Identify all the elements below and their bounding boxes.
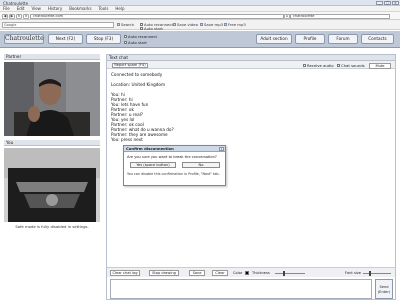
header-auto-start-checkbox[interactable]: [124, 41, 127, 44]
next-button[interactable]: Next (F2): [48, 34, 83, 44]
font-size-slider-track[interactable]: [363, 272, 391, 274]
header-auto-start-label: Auto start: [128, 40, 147, 45]
self-webcam-image: [4, 148, 100, 222]
addon-toolbar: Google Search Auto reconnect Auto start …: [0, 20, 400, 31]
menu-help[interactable]: Help: [115, 6, 124, 11]
clear-drawing-button[interactable]: Clear: [212, 270, 228, 276]
yes-button[interactable]: Yes (space button): [130, 162, 176, 168]
stop-icon[interactable]: ×: [23, 13, 29, 19]
minimize-button[interactable]: _: [376, 0, 383, 5]
no-button[interactable]: No: [182, 162, 220, 168]
chat-sounds-option[interactable]: Chat sounds: [337, 63, 365, 68]
chat-message-input[interactable]: [110, 279, 372, 299]
save-mp3-label: Save mp3: [204, 22, 224, 27]
clear-chat-log-button[interactable]: Clear chat log: [110, 270, 140, 276]
save-mp3-button[interactable]: Save mp3: [200, 22, 223, 27]
thickness-slider-handle[interactable]: [283, 270, 285, 276]
menu-tools[interactable]: Tools: [99, 6, 109, 11]
back-icon[interactable]: ◀: [2, 13, 8, 19]
adult-section-button[interactable]: Adult section: [256, 34, 292, 44]
you-panel-title: You: [4, 140, 100, 146]
close-window-button[interactable]: ×: [392, 0, 399, 5]
stop-drawing-button[interactable]: Stop drawing: [149, 270, 179, 276]
save-video-button[interactable]: Save video: [173, 22, 198, 27]
save-mp3-icon: [200, 23, 203, 26]
menu-history[interactable]: History: [48, 6, 62, 11]
auto-start-checkbox[interactable]: [140, 27, 143, 30]
color-swatch[interactable]: [245, 271, 249, 275]
chat-controls: Clear chat log Stop drawing Save Clear C…: [107, 267, 395, 277]
search-label: Search: [121, 22, 135, 27]
menu-bookmarks[interactable]: Bookmarks: [69, 6, 91, 11]
dialog-question: Are you sure you want to break the conve…: [127, 155, 217, 159]
save-video-icon: [173, 23, 176, 26]
save-video-label: Save video: [177, 22, 198, 27]
menu-view[interactable]: View: [31, 6, 41, 11]
receive-audio-option[interactable]: Receive audio: [303, 63, 334, 68]
thickness-slider-track[interactable]: [275, 272, 305, 274]
chat-top-bar: Report spam (F4) Receive audio Chat soun…: [107, 61, 395, 69]
search-button[interactable]: Search: [117, 22, 134, 27]
chat-sounds-checkbox[interactable]: [337, 64, 340, 67]
send-button[interactable]: Send (Enter): [375, 279, 393, 299]
free-mp3-button[interactable]: Free mp3: [224, 22, 246, 27]
menu-file[interactable]: File: [3, 6, 10, 11]
receive-audio-checkbox[interactable]: [303, 64, 306, 67]
forum-button[interactable]: Forum: [328, 34, 358, 44]
browser-search-input[interactable]: chatroulette: [290, 13, 390, 19]
stop-button[interactable]: Stop (F3): [86, 34, 121, 44]
forward-icon[interactable]: ▶: [9, 13, 15, 19]
chat-sounds-label: Chat sounds: [341, 63, 365, 68]
header-auto-reconnect-checkbox[interactable]: [124, 35, 127, 38]
partner-webcam-image: [4, 62, 100, 136]
free-mp3-icon: [224, 23, 227, 26]
dialog-note: You can disable this confirmation in Pro…: [127, 172, 220, 176]
partner-video: [4, 62, 100, 136]
report-spam-button[interactable]: Report spam (F4): [112, 62, 148, 68]
site-logo[interactable]: Chatroulette: [4, 34, 44, 44]
google-search-input[interactable]: Google: [2, 22, 114, 28]
header-auto-reconnect[interactable]: Auto reconnect: [124, 34, 157, 39]
window-controls: _ □ ×: [376, 0, 399, 5]
color-label: Color: [233, 271, 243, 275]
partner-panel-title: Partner: [4, 54, 100, 60]
thickness-label: Thickness: [252, 271, 270, 275]
navigation-bar: ◀ ▶ ↻ × chatroulette.com ⌂ chatroulette: [0, 12, 400, 20]
maximize-button[interactable]: □: [384, 0, 391, 5]
window-title: Chatroulette: [3, 0, 29, 6]
chat-line: You: press next: [111, 137, 143, 142]
header-auto-start[interactable]: Auto start: [124, 40, 147, 45]
you-video: [4, 148, 100, 222]
save-drawing-button[interactable]: Save: [189, 270, 205, 276]
header-auto-reconnect-label: Auto reconnect: [128, 34, 157, 39]
dialog-title: Confirm disconnection: [124, 146, 225, 152]
send-shortcut: (Enter): [377, 290, 391, 294]
close-icon[interactable]: x: [219, 147, 224, 151]
confirm-disconnection-dialog: Confirm disconnection x Are you sure you…: [123, 145, 226, 186]
font-size-slider-handle[interactable]: [369, 270, 371, 276]
search-icon: [117, 23, 120, 26]
font-size-label: Font size: [345, 271, 361, 275]
menu-edit[interactable]: Edit: [17, 6, 25, 11]
contacts-button[interactable]: Contacts: [361, 34, 394, 44]
profile-button[interactable]: Profile: [295, 34, 325, 44]
free-mp3-label: Free mp3: [228, 22, 246, 27]
site-header: Chatroulette Next (F2) Stop (F3) Auto re…: [0, 31, 400, 48]
reload-icon[interactable]: ↻: [16, 13, 22, 19]
url-bar[interactable]: chatroulette.com: [30, 13, 284, 19]
receive-audio-label: Receive audio: [307, 63, 334, 68]
safe-mode-message: Safe mode is fully disabled in settings.: [15, 224, 89, 229]
mute-button[interactable]: Mute: [369, 62, 391, 69]
